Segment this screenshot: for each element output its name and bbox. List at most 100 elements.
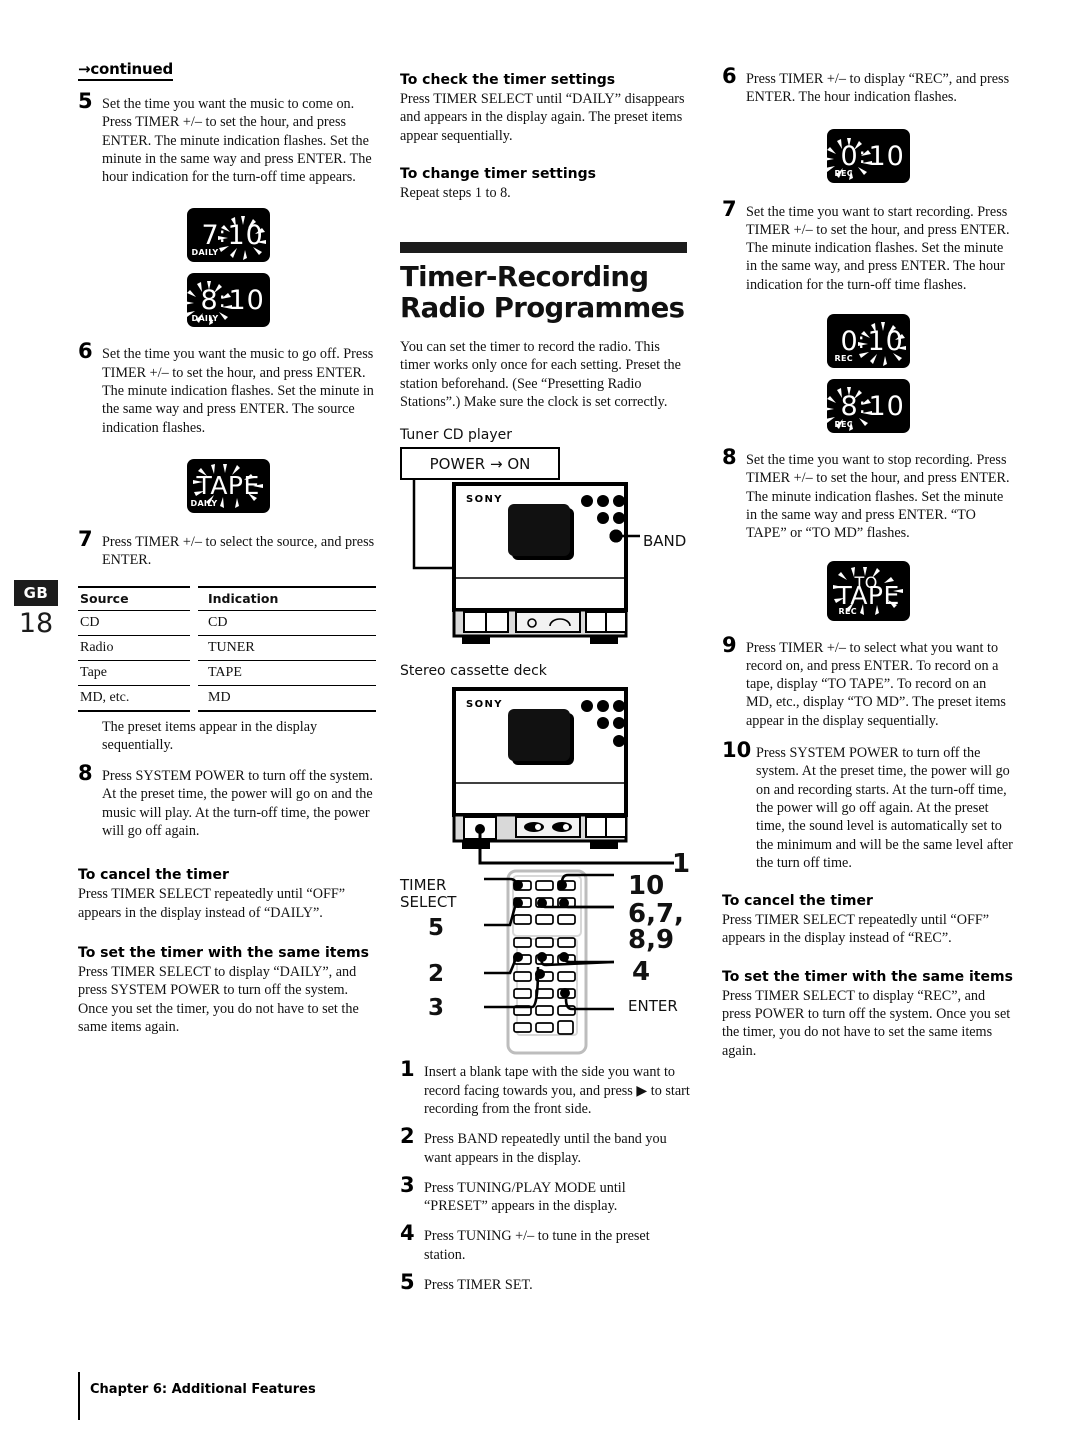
manual-page: GB 18 Chapter 6: Additional Features →co…: [0, 0, 1080, 1439]
locale-tab: GB: [14, 580, 58, 606]
step-text: Insert a blank tape with the side you wa…: [424, 1064, 690, 1117]
step-number: 7: [722, 196, 737, 221]
check-settings-heading: To check the timer settings: [400, 72, 616, 88]
table-note: The preset items appear in the display s…: [102, 718, 318, 753]
rec-step-3: 3 Press TUNING/PLAY MODE until “PRESET” …: [400, 1174, 690, 1216]
step-number: 8: [722, 445, 737, 470]
step-number: 5: [400, 1270, 415, 1295]
step-text: Set the time you want the music to go of…: [102, 346, 374, 436]
timer-select-callout-line2: SELECT: [400, 893, 457, 912]
timer-select-callout-line1: TIMER: [400, 876, 447, 895]
step-text: Press TIMER +/– to select what you want …: [746, 639, 1006, 729]
lcd-minute: 10: [867, 326, 904, 358]
step-text: Set the time you want to stop recording.…: [746, 452, 1010, 542]
lcd-hour: 0: [840, 140, 859, 172]
lcd-rec-indicator: REC: [838, 606, 857, 616]
cassette-deck-diagram: SONY 1: [400, 683, 690, 879]
cancel-timer-heading: To cancel the timer: [722, 893, 873, 910]
rec-step-8: 8 Set the time you want to stop recordin…: [722, 447, 1014, 542]
cell-source: CD: [78, 610, 190, 636]
lcd-daily-indicator: DAILY: [191, 248, 219, 258]
step-number: 3: [400, 1172, 415, 1197]
page-number: 18: [18, 608, 54, 639]
callout-5: 5: [428, 915, 445, 942]
step-7: 7 Press TIMER +/– to select the source, …: [78, 528, 378, 570]
step-number: 8: [78, 761, 93, 786]
lcd-display-rec-minute: 0 : 10 REC: [826, 314, 910, 369]
left-column: →continued 5 Set the time you want the m…: [78, 60, 378, 1036]
lcd-colon: :: [858, 394, 867, 420]
change-settings-heading: To change timer settings: [400, 165, 596, 182]
step-number: 6: [78, 339, 93, 364]
lcd-display-7-10: 7 : DAILY 10: [186, 208, 270, 263]
step-number: 1: [400, 1057, 415, 1082]
remote-diagram: TIMER SELECT 5 2 3 10 6,7, 8,9 4 ENTER: [400, 867, 690, 1057]
rec-step-7: 7 Set the time you want to start recordi…: [722, 198, 1014, 294]
cell-indication: TAPE: [198, 660, 376, 686]
cell-source: Radio: [78, 635, 190, 661]
enter-callout: ENTER: [628, 997, 678, 1016]
step-text: Press TUNING +/– to tune in the preset s…: [424, 1228, 650, 1263]
lcd-colon: :: [218, 288, 227, 314]
section-title-line-1: Timer-Recording: [400, 261, 649, 294]
footer-chapter: Chapter 6: Additional Features: [90, 1382, 316, 1397]
lcd-colon: :: [858, 143, 867, 169]
lcd-colon: :: [218, 223, 227, 249]
rec-step-9: 9 Press TIMER +/– to select what you wan…: [722, 634, 1014, 730]
step-number: 6: [722, 64, 737, 88]
cancel-timer-heading: To cancel the timer: [78, 867, 229, 884]
tuner-diagram: POWER → ON SONY BAND: [400, 447, 690, 683]
step-8: 8 Press SYSTEM POWER to turn off the sys…: [78, 763, 378, 840]
band-callout-label: BAND: [643, 532, 687, 551]
rec-step-1: 1 Insert a blank tape with the side you …: [400, 1059, 690, 1118]
lcd-minute: 10: [227, 220, 264, 252]
table-row: Radio TUNER: [78, 635, 376, 661]
cell-indication: TUNER: [198, 635, 376, 661]
step-number: 4: [400, 1221, 415, 1246]
table-row: Tape TAPE: [78, 660, 376, 686]
cancel-timer-body: Press TIMER SELECT repeatedly until “OFF…: [78, 886, 346, 921]
lcd-daily-indicator: DAILY: [190, 498, 218, 508]
display-rec-0-10-min-container: 0 : 10 REC: [722, 314, 1014, 369]
lcd-display-rec-hour: 0 : 10 REC: [823, 128, 910, 183]
section-divider-bar: [400, 242, 687, 254]
step-text: Press SYSTEM POWER to turn off the syste…: [756, 745, 1013, 871]
source-indication-table: Source Indication CD CD Radio TUNER Tape…: [78, 585, 376, 712]
remote-control-illustration: [484, 869, 614, 1055]
display-8-10-container: 8 : 10 DAILY: [78, 273, 378, 328]
lcd-minute: 10: [228, 285, 265, 317]
step-5: 5 Set the time you want the music to com…: [78, 91, 378, 186]
same-items-heading: To set the timer with the same items: [722, 968, 1013, 985]
same-items-body: Press TIMER SELECT to display “REC”, and…: [722, 987, 1011, 1059]
table-row: CD CD: [78, 610, 376, 636]
locale-tab-label: GB: [23, 584, 49, 602]
step-text: Press SYSTEM POWER to turn off the syste…: [102, 768, 373, 840]
step-text: Press TUNING/PLAY MODE until “PRESET” ap…: [424, 1179, 626, 1215]
display-rec-8-10-container: 8 : 10 REC: [722, 379, 1014, 434]
change-settings-body: Repeat steps 1 to 8.: [400, 184, 511, 201]
svg-text:SONY: SONY: [466, 699, 503, 710]
section-title: Timer-Recording Radio Programmes: [400, 262, 690, 324]
callout-3: 3: [428, 995, 445, 1022]
cassette-unit-illustration: SONY: [452, 687, 674, 865]
lcd-hour: 7: [201, 220, 220, 252]
cell-indication: MD: [198, 685, 376, 712]
step-text: Set the time you want the music to come …: [102, 96, 372, 186]
lcd-daily-indicator: DAILY: [191, 314, 219, 324]
step-text: Press TIMER +/– to display “REC”, and pr…: [746, 71, 1010, 106]
step-text: Press BAND repeatedly until the band you…: [424, 1131, 667, 1166]
column-header-source: Source: [78, 585, 190, 611]
rec-step-6: 6 Press TIMER +/– to display “REC”, and …: [722, 66, 1014, 107]
section-title-line-2: Radio Programmes: [400, 292, 685, 325]
right-column: 6 Press TIMER +/– to display “REC”, and …: [722, 60, 1014, 1060]
rec-step-2: 2 Press BAND repeatedly until the band y…: [400, 1126, 690, 1167]
middle-column: To check the timer settings Press TIMER …: [400, 60, 690, 1294]
step-number: 10: [722, 738, 752, 763]
lcd-hour: 8: [840, 391, 859, 423]
step-text: Set the time you want to start recording…: [746, 203, 1010, 293]
lcd-minute: 10: [868, 140, 905, 172]
lcd-hour: 0: [840, 326, 859, 358]
rec-step-5: 5 Press TIMER SET.: [400, 1272, 690, 1294]
cell-source: MD, etc.: [78, 685, 190, 712]
display-to-tape-container: TO TAPE REC: [722, 560, 1014, 621]
